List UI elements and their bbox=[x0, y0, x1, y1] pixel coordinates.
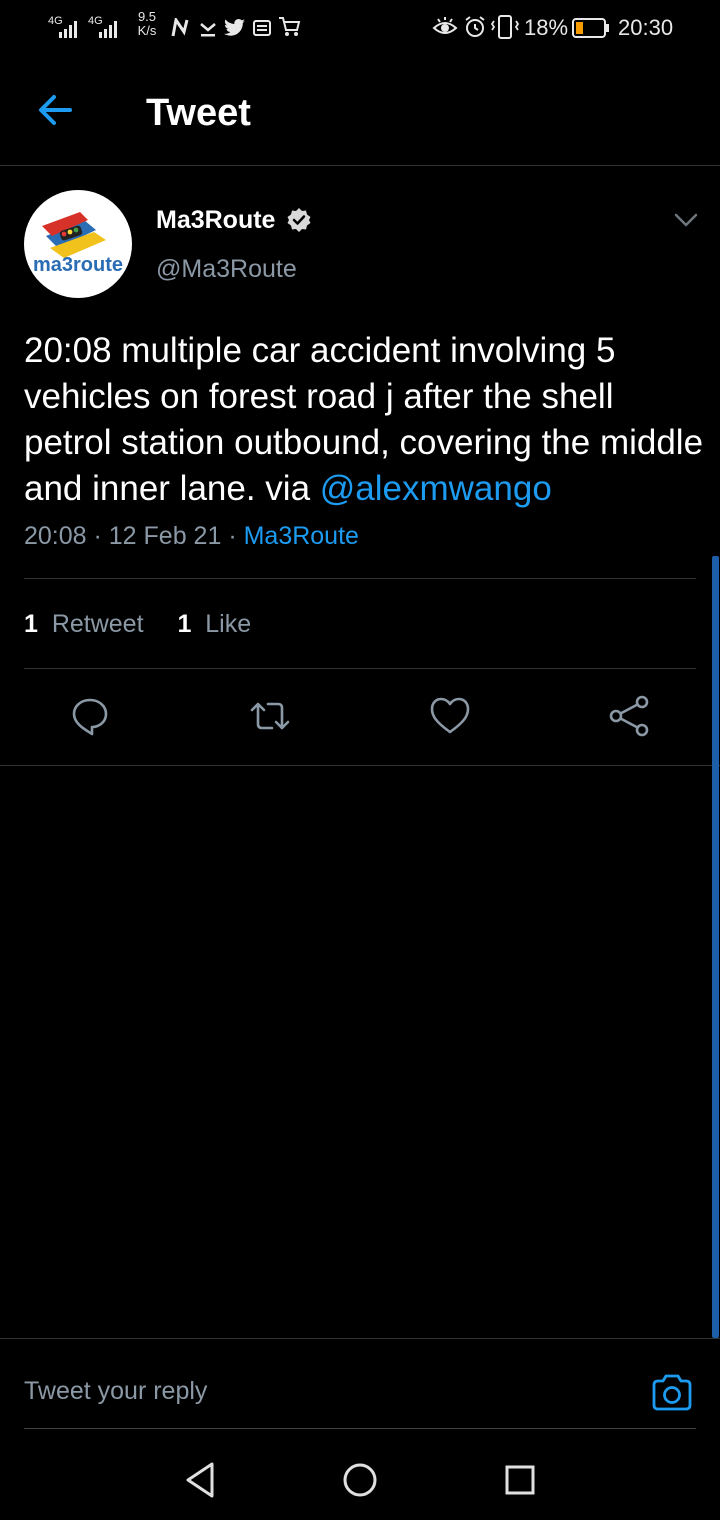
retweet-label: Retweet bbox=[51, 610, 144, 638]
reply-composer: Tweet your reply bbox=[0, 1338, 720, 1431]
mention-link[interactable]: @alexmwango bbox=[320, 469, 552, 508]
ma3route-logo-icon: ma3route bbox=[33, 212, 123, 276]
share-button[interactable] bbox=[606, 692, 654, 740]
avatar-logo-text: ma3route bbox=[33, 254, 123, 276]
triangle-back-icon bbox=[186, 1462, 214, 1498]
tweet-metadata: 20:08 · 12 Feb 21 · Ma3Route bbox=[24, 522, 359, 550]
battery-icon bbox=[572, 18, 609, 38]
top-app-bar: Tweet bbox=[0, 56, 720, 166]
eye-comfort-icon bbox=[432, 17, 458, 34]
tweet-source-link[interactable]: Ma3Route bbox=[244, 522, 359, 550]
nfc-icon bbox=[171, 18, 189, 37]
heart-icon bbox=[430, 697, 470, 734]
twitter-notification-icon bbox=[224, 19, 245, 36]
camera-button[interactable] bbox=[648, 1369, 696, 1417]
tweet-text: 20:08 multiple car accident involving 5 … bbox=[24, 328, 704, 512]
retweet-count: 1 bbox=[24, 610, 38, 638]
verified-badge-icon bbox=[287, 208, 311, 232]
battery-percent: 18% bbox=[524, 15, 569, 40]
retweets-stat[interactable]: 1 Retweet bbox=[24, 610, 144, 638]
share-icon bbox=[609, 695, 649, 737]
like-label: Like bbox=[205, 610, 252, 638]
divider bbox=[0, 765, 720, 766]
comment-icon bbox=[72, 698, 108, 736]
chevron-down-icon[interactable] bbox=[672, 206, 700, 234]
page-title: Tweet bbox=[146, 92, 251, 134]
like-button[interactable] bbox=[426, 692, 474, 740]
divider bbox=[24, 668, 696, 669]
alarm-icon bbox=[465, 16, 485, 37]
speed-value: 9.5 bbox=[137, 9, 157, 24]
network-speed: 9.5 K/s bbox=[132, 10, 162, 38]
tweet-date: 12 Feb 21 bbox=[108, 522, 222, 550]
square-recents-icon bbox=[505, 1465, 535, 1495]
vibrate-icon bbox=[490, 15, 520, 39]
divider bbox=[24, 1428, 696, 1429]
nav-home-button[interactable] bbox=[336, 1456, 384, 1504]
camera-icon bbox=[652, 1374, 692, 1411]
reply-button[interactable] bbox=[66, 692, 114, 740]
divider bbox=[24, 578, 696, 579]
news-icon bbox=[253, 20, 271, 36]
speed-unit: K/s bbox=[137, 23, 157, 38]
avatar[interactable]: ma3route bbox=[24, 190, 132, 298]
author-handle[interactable]: @Ma3Route bbox=[156, 255, 297, 284]
nav-back-button[interactable] bbox=[176, 1456, 224, 1504]
arrow-left-icon bbox=[39, 95, 72, 125]
retweet-button[interactable] bbox=[246, 692, 294, 740]
back-button[interactable] bbox=[32, 86, 80, 134]
like-count: 1 bbox=[177, 610, 192, 638]
likes-stat[interactable]: 1 Like bbox=[177, 610, 251, 638]
status-bar: 4G 4G 9.5 K/s 18% 20:30 bbox=[0, 0, 720, 56]
author-name[interactable]: Ma3Route bbox=[156, 206, 275, 235]
tweet-stats: 1 Retweet 1 Like bbox=[24, 610, 251, 639]
scrollbar[interactable] bbox=[712, 556, 719, 1338]
circle-home-icon bbox=[343, 1463, 377, 1497]
reply-input[interactable]: Tweet your reply bbox=[24, 1377, 207, 1406]
retweet-icon bbox=[250, 702, 290, 730]
tweet-time: 20:08 bbox=[24, 522, 87, 550]
shopping-cart-icon bbox=[279, 17, 301, 36]
nav-recents-button[interactable] bbox=[496, 1456, 544, 1504]
clock-time: 20:30 bbox=[618, 15, 674, 40]
download-done-icon bbox=[200, 23, 216, 37]
